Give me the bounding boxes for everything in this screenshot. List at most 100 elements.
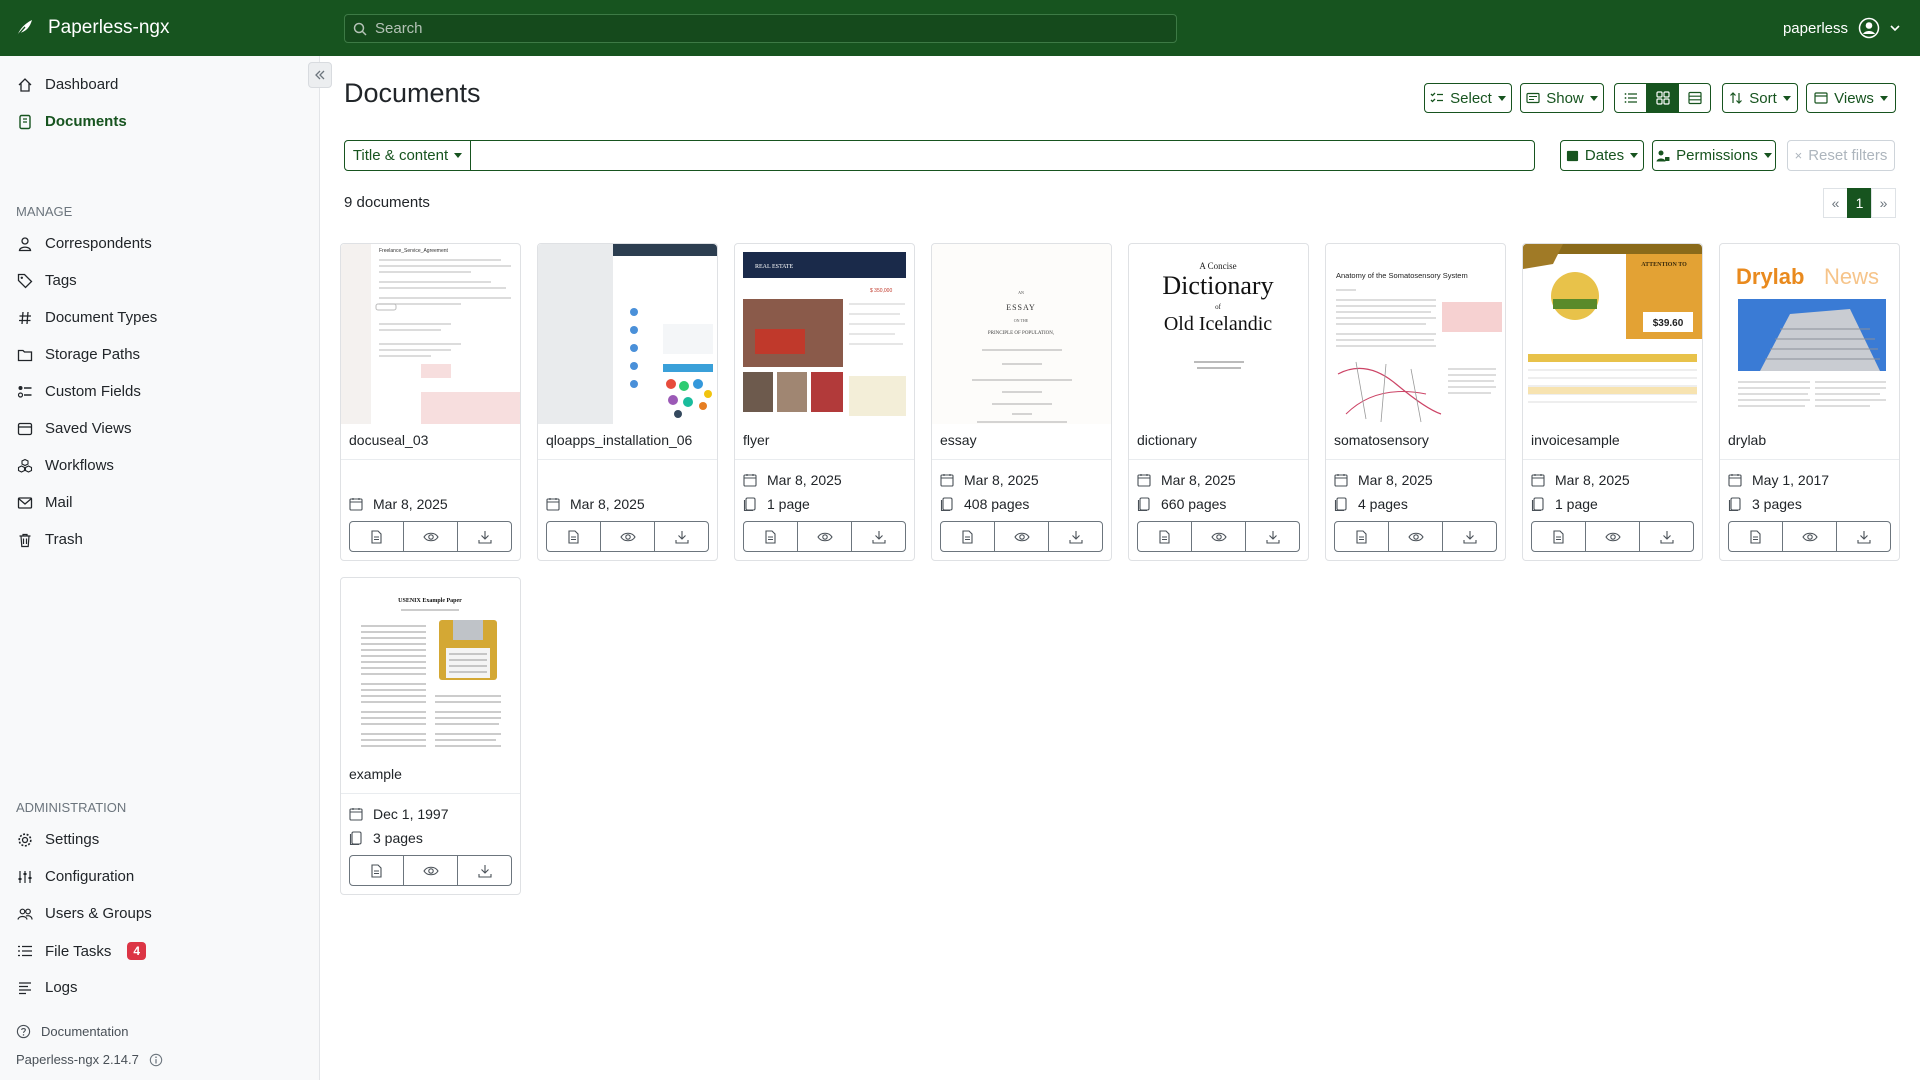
document-card[interactable]: A Concise Dictionary of Old Icelandic di… <box>1128 243 1309 561</box>
preview-button[interactable] <box>995 522 1049 551</box>
sidebar-item-dashboard[interactable]: Dashboard <box>16 76 118 93</box>
pages-icon <box>940 497 954 511</box>
pagination-prev[interactable]: « <box>1823 188 1848 218</box>
user-menu[interactable]: paperless <box>1783 0 1900 56</box>
preview-button[interactable] <box>1192 522 1246 551</box>
document-thumbnail[interactable]: ATTENTION TO $39.60 <box>1523 244 1702 424</box>
view-grid-button[interactable] <box>1646 83 1679 113</box>
download-button[interactable] <box>852 522 905 551</box>
document-card[interactable]: ATTENTION TO $39.60 invoicesample Mar 8,… <box>1522 243 1703 561</box>
open-details-button[interactable] <box>1335 522 1389 551</box>
text-filter[interactable]: Title & content <box>344 140 1535 171</box>
document-card[interactable]: Anatomy of the Somatosensory System soma… <box>1325 243 1506 561</box>
sidebar-item-document-types[interactable]: Document Types <box>16 309 157 326</box>
views-button[interactable]: Views <box>1806 83 1896 113</box>
download-button[interactable] <box>1443 522 1496 551</box>
document-pages-label: 3 pages <box>1752 496 1802 512</box>
dict-thumb-line-1: A Concise <box>1199 261 1236 271</box>
download-button[interactable] <box>1640 522 1693 551</box>
select-button[interactable]: Select <box>1424 83 1512 113</box>
info-circle-icon[interactable] <box>149 1053 163 1067</box>
sidebar-item-settings[interactable]: Settings <box>16 831 99 848</box>
document-date: Mar 8, 2025 <box>1334 472 1433 488</box>
preview-button[interactable] <box>798 522 852 551</box>
version-label: Paperless-ngx 2.14.7 <box>16 1052 139 1067</box>
calendar-icon <box>546 497 560 511</box>
document-thumbnail[interactable]: Drylab News <box>1720 244 1899 424</box>
sort-button[interactable]: Sort <box>1722 83 1798 113</box>
brand[interactable]: Paperless-ngx <box>0 0 320 56</box>
open-details-button[interactable] <box>1532 522 1586 551</box>
document-thumbnail[interactable]: A Concise Dictionary of Old Icelandic <box>1129 244 1308 424</box>
sidebar-item-mail[interactable]: Mail <box>16 494 73 511</box>
download-button[interactable] <box>458 856 511 885</box>
sidebar-item-correspondents[interactable]: Correspondents <box>16 235 152 252</box>
document-thumbnail[interactable]: Freelance_Service_Agreement <box>341 244 520 424</box>
flyer-thumb-brand: REAL ESTATE <box>755 264 793 270</box>
sidebar-item-documents[interactable]: Documents <box>16 113 127 130</box>
preview-button[interactable] <box>1783 522 1837 551</box>
preview-button[interactable] <box>1586 522 1640 551</box>
document-thumbnail[interactable]: Anatomy of the Somatosensory System <box>1326 244 1505 424</box>
sidebar-item-saved-views[interactable]: Saved Views <box>16 420 131 437</box>
document-title: qloapps_installation_06 <box>546 432 693 448</box>
sidebar-item-tags[interactable]: Tags <box>16 272 77 289</box>
download-button[interactable] <box>1246 522 1299 551</box>
sidebar-collapse-button[interactable] <box>308 62 332 88</box>
search-box[interactable] <box>344 14 1177 43</box>
sidebar-item-file-tasks[interactable]: File Tasks 4 <box>16 942 147 960</box>
preview-button[interactable] <box>601 522 655 551</box>
document-thumbnail[interactable]: REAL ESTATE $ 350,000 <box>735 244 914 424</box>
dates-dropdown[interactable]: Dates <box>1560 140 1644 171</box>
pagination-page-1[interactable]: 1 <box>1847 188 1872 218</box>
document-card[interactable]: USENIX Example Paper example Dec 1, 1997… <box>340 577 521 895</box>
open-details-button[interactable] <box>547 522 601 551</box>
document-thumbnail[interactable]: AN ESSAY ON THE PRINCIPLE OF POPULATION, <box>932 244 1111 424</box>
pagination-next[interactable]: » <box>1871 188 1896 218</box>
essay-thumb-line-1: AN <box>1018 290 1024 295</box>
reset-filters-button[interactable]: × Reset filters <box>1787 140 1895 171</box>
document-thumbnail[interactable]: USENIX Example Paper <box>341 578 520 758</box>
show-button[interactable]: Show <box>1520 83 1604 113</box>
preview-button[interactable] <box>404 856 458 885</box>
documentation-link[interactable]: Documentation <box>16 1024 128 1039</box>
permissions-dropdown[interactable]: Permissions <box>1652 140 1776 171</box>
open-details-button[interactable] <box>941 522 995 551</box>
document-card[interactable]: REAL ESTATE $ 350,000 flyer Mar 8, 2025 … <box>734 243 915 561</box>
search-input[interactable] <box>375 20 1155 37</box>
document-pages-label: 408 pages <box>964 496 1030 512</box>
view-list-button[interactable] <box>1614 83 1647 113</box>
sidebar-item-workflows[interactable]: Workflows <box>16 457 114 474</box>
calendar-icon <box>1566 149 1579 162</box>
preview-button[interactable] <box>404 522 458 551</box>
download-button[interactable] <box>1837 522 1890 551</box>
sidebar-item-configuration[interactable]: Configuration <box>16 868 134 885</box>
trash-icon <box>16 531 33 548</box>
document-date-label: Mar 8, 2025 <box>570 496 645 512</box>
sidebar-item-users-groups[interactable]: Users & Groups <box>16 905 152 922</box>
document-thumbnail[interactable] <box>538 244 717 424</box>
document-card[interactable]: Drylab News drylab May 1, 2017 3 pages <box>1719 243 1900 561</box>
sidebar-item-storage-paths[interactable]: Storage Paths <box>16 346 140 363</box>
invoice-thumb-amount: $39.60 <box>1653 318 1684 329</box>
open-details-button[interactable] <box>1729 522 1783 551</box>
download-button[interactable] <box>458 522 511 551</box>
preview-button[interactable] <box>1389 522 1443 551</box>
sidebar-item-label: Correspondents <box>45 235 152 252</box>
sidebar-item-logs[interactable]: Logs <box>16 979 78 996</box>
document-card[interactable]: Freelance_Service_Agreement docuseal_03 … <box>340 243 521 561</box>
document-card[interactable]: AN ESSAY ON THE PRINCIPLE OF POPULATION,… <box>931 243 1112 561</box>
document-card[interactable]: qloapps_installation_06 Mar 8, 2025 <box>537 243 718 561</box>
open-details-button[interactable] <box>350 522 404 551</box>
document-title: essay <box>940 432 977 448</box>
download-button[interactable] <box>1049 522 1102 551</box>
title-content-dropdown[interactable]: Title & content <box>345 141 471 170</box>
download-button[interactable] <box>655 522 708 551</box>
open-details-button[interactable] <box>744 522 798 551</box>
sidebar-item-trash[interactable]: Trash <box>16 531 83 548</box>
open-details-button[interactable] <box>1138 522 1192 551</box>
open-details-button[interactable] <box>350 856 404 885</box>
view-table-button[interactable] <box>1678 83 1711 113</box>
sidebar-item-custom-fields[interactable]: Custom Fields <box>16 383 141 400</box>
document-pages-label: 3 pages <box>373 830 423 846</box>
